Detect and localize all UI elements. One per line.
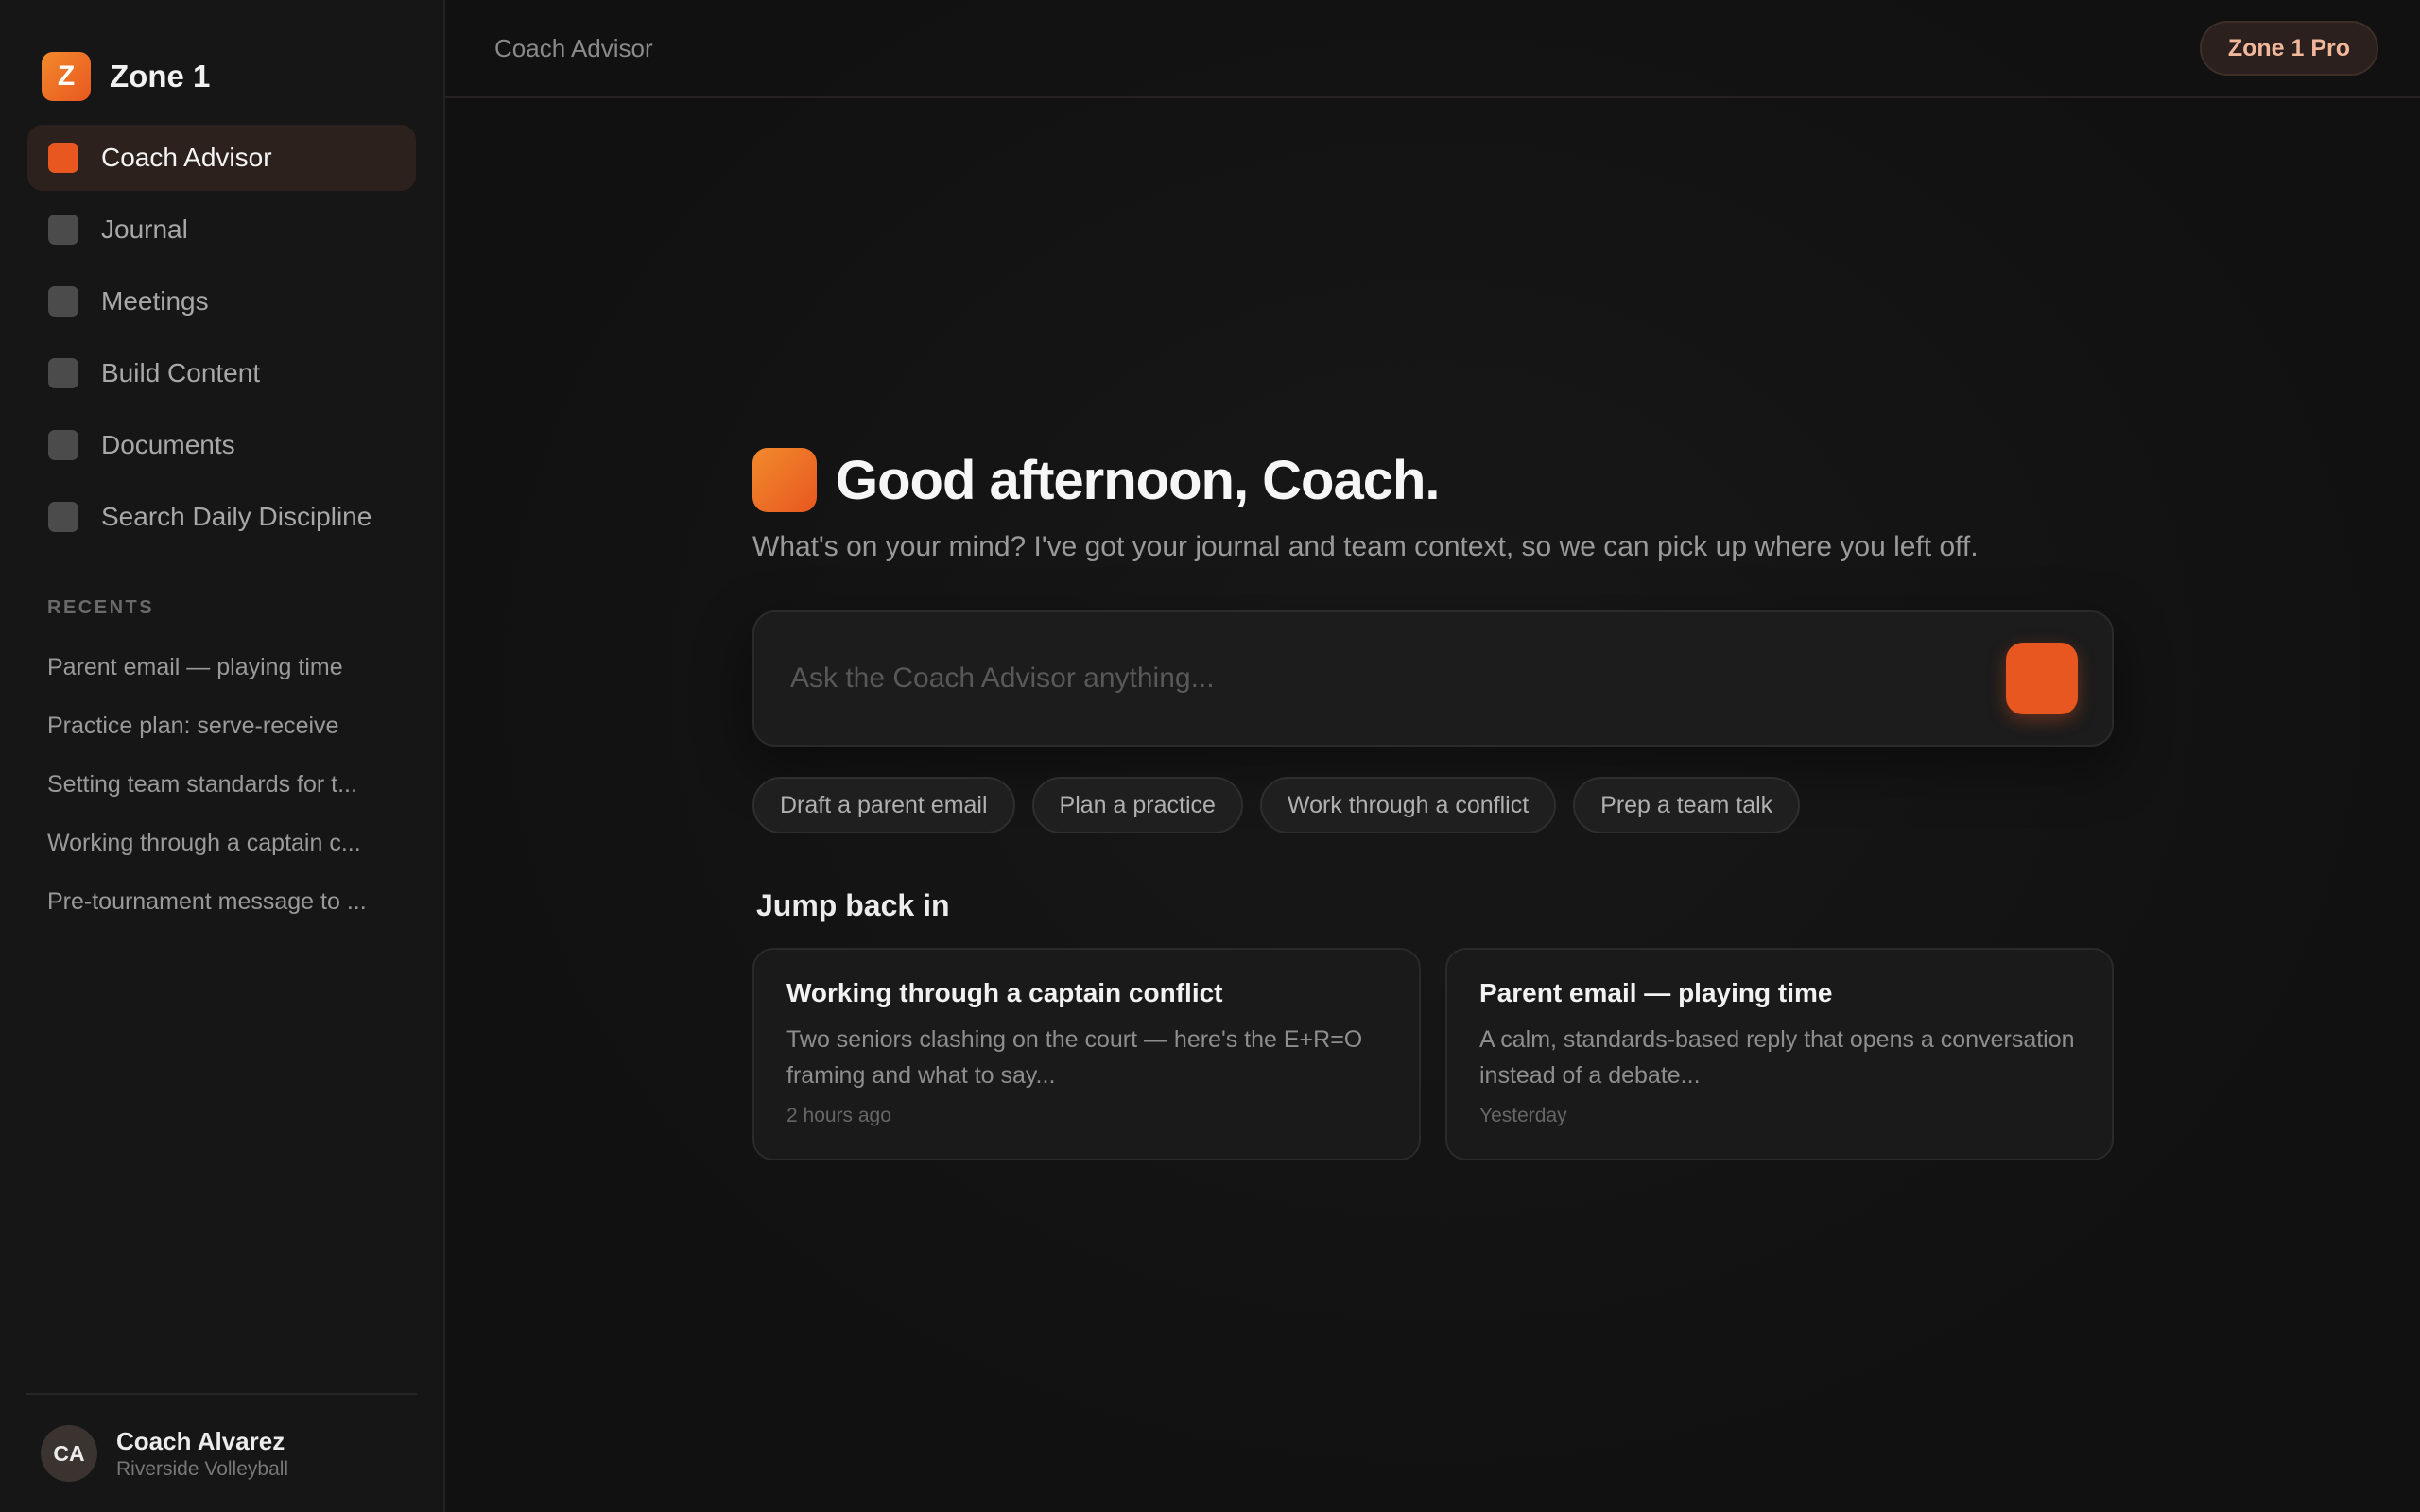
card-body: A calm, standards-based reply that opens… (1479, 1026, 2075, 1089)
greeting-row: Good afternoon, Coach. (752, 448, 2114, 512)
coach-advisor-icon (48, 143, 78, 173)
home-content: Good afternoon, Coach. What's on your mi… (752, 448, 2114, 1160)
card-timestamp: Yesterday (1479, 1105, 1567, 1126)
ask-input[interactable] (790, 662, 1925, 695)
recent-item[interactable]: Setting team standards for t... (47, 755, 403, 814)
user-team: Riverside Volleyball (116, 1457, 289, 1480)
recent-card[interactable]: Parent email — playing time A calm, stan… (1445, 948, 2114, 1160)
user-name: Coach Alvarez (116, 1426, 285, 1455)
user-profile[interactable]: CA Coach Alvarez Riverside Volleyball (26, 1393, 417, 1512)
search-daily-discipline-icon (48, 502, 78, 532)
recent-item[interactable]: Working through a captain c... (47, 814, 403, 872)
app-window: Z Zone 1 Coach Advisor Journal Meetings … (0, 0, 2420, 1512)
card-title: Working through a captain conflict (786, 978, 1223, 1007)
recent-item[interactable]: Pre-tournament message to ... (47, 872, 403, 931)
main-panel: Coach Advisor Zone 1 Pro Good afternoon,… (445, 0, 2420, 1512)
recent-cards: Working through a captain conflict Two s… (752, 948, 2114, 1160)
documents-icon (48, 430, 78, 460)
zone1-logo-icon: Z (42, 52, 91, 101)
sidebar-item-build-content[interactable]: Build Content (27, 340, 416, 406)
sidebar-item-journal[interactable]: Journal (27, 197, 416, 263)
recent-item[interactable]: Parent email — playing time (47, 638, 403, 696)
user-info: Coach Alvarez Riverside Volleyball (116, 1427, 288, 1481)
sidebar-item-search-daily-discipline[interactable]: Search Daily Discipline (27, 484, 416, 550)
card-body: Two seniors clashing on the court — here… (786, 1026, 1363, 1089)
chip-draft-parent-email[interactable]: Draft a parent email (752, 777, 1015, 833)
recent-item[interactable]: Practice plan: serve-receive (47, 696, 403, 755)
greeting-subtitle: What's on your mind? I've got your journ… (752, 531, 1979, 562)
recents-list: Parent email — playing time Practice pla… (0, 638, 443, 931)
sidebar-item-label: Build Content (101, 358, 261, 387)
greeting-title: Good afternoon, Coach. (836, 449, 1441, 511)
ask-box (752, 610, 2114, 747)
meetings-icon (48, 286, 78, 317)
sidebar-item-documents[interactable]: Documents (27, 412, 416, 478)
topbar: Coach Advisor Zone 1 Pro (445, 0, 2420, 98)
page-title: Coach Advisor (494, 33, 653, 62)
brand[interactable]: Z Zone 1 (0, 0, 443, 112)
recent-card[interactable]: Working through a captain conflict Two s… (752, 948, 1421, 1160)
chip-prep-team-talk[interactable]: Prep a team talk (1573, 777, 1801, 833)
avatar: CA (41, 1425, 97, 1482)
jump-back-heading: Jump back in (756, 888, 950, 922)
chip-plan-practice[interactable]: Plan a practice (1031, 777, 1243, 833)
sidebar: Z Zone 1 Coach Advisor Journal Meetings … (0, 0, 445, 1512)
sidebar-item-meetings[interactable]: Meetings (27, 268, 416, 335)
brand-name: Zone 1 (110, 59, 211, 94)
coach-advisor-icon (752, 448, 817, 512)
chip-work-through-conflict[interactable]: Work through a conflict (1259, 777, 1557, 833)
sidebar-item-coach-advisor[interactable]: Coach Advisor (27, 125, 416, 191)
journal-icon (48, 215, 78, 245)
card-timestamp: 2 hours ago (786, 1105, 891, 1126)
sidebar-item-label: Journal (101, 215, 188, 244)
card-title: Parent email — playing time (1479, 978, 1833, 1007)
sidebar-item-label: Documents (101, 430, 235, 459)
sidebar-nav: Coach Advisor Journal Meetings Build Con… (0, 125, 443, 556)
sidebar-item-label: Meetings (101, 286, 209, 316)
build-content-icon (48, 358, 78, 388)
send-button[interactable] (2006, 643, 2078, 714)
recents-heading: RECENTS (47, 597, 155, 618)
plan-badge[interactable]: Zone 1 Pro (2199, 21, 2378, 76)
sidebar-item-label: Coach Advisor (101, 143, 272, 172)
sidebar-item-label: Search Daily Discipline (101, 502, 372, 531)
suggestion-chips: Draft a parent email Plan a practice Wor… (752, 777, 2114, 833)
